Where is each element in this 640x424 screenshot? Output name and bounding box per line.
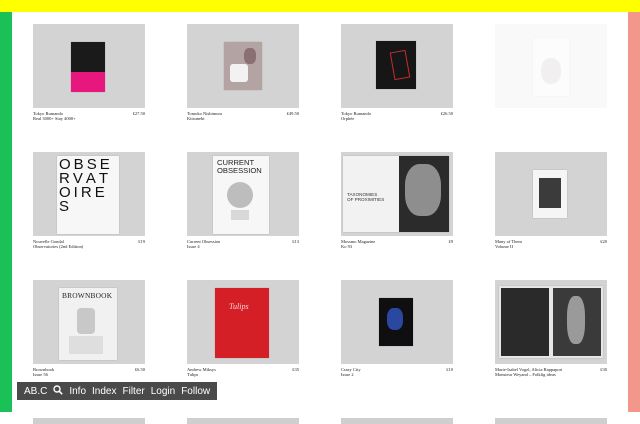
product-title: Tulips — [187, 372, 199, 377]
nav-filter-link[interactable]: Filter — [123, 386, 145, 397]
search-icon[interactable] — [53, 384, 64, 398]
product-price: £35 — [292, 367, 299, 372]
book-cover — [376, 41, 416, 89]
left-color-bar — [0, 12, 12, 412]
product-card[interactable]: CURRENT OBSESSION Current Obsession Issu… — [187, 152, 299, 255]
product-card[interactable] — [495, 24, 607, 127]
product-card[interactable]: TAXONOMIES OF PROXIMITIES Mossmo Magazin… — [341, 152, 453, 255]
magazine-spread — [499, 286, 603, 358]
product-title: Real 3000+ Stay 4000+ — [33, 116, 76, 121]
product-price: £27.50 — [132, 111, 145, 116]
product-title: Observatories (2nd Edition) — [33, 244, 84, 249]
book-cover — [71, 42, 105, 92]
product-price: £26.50 — [440, 111, 453, 116]
product-price: £49.50 — [286, 111, 299, 116]
book-cover: Tulips — [215, 288, 269, 358]
book-cover — [533, 38, 569, 96]
book-cover: BROWNBOOK — [59, 288, 117, 360]
product-title: Kitsunebi — [187, 116, 205, 121]
product-card[interactable]: Tokyo Rumando Orphée £26.50 — [341, 24, 453, 127]
product-image[interactable]: OBS ERV ATO IRE S — [33, 152, 145, 236]
product-image[interactable]: BROWNBOOK — [33, 280, 145, 364]
product-title: Issue 4 — [187, 244, 200, 249]
book-cover: OBS ERV ATO IRE S — [57, 156, 119, 234]
product-price: £6.50 — [134, 367, 145, 372]
book-cover: CURRENT OBSESSION — [213, 156, 269, 234]
product-image-peek — [495, 418, 607, 424]
product-image-peek — [33, 418, 145, 424]
product-card[interactable]: Marie-Isabel Vogel, Alicia Rappaport Mon… — [495, 280, 607, 383]
product-card[interactable]: Tulips Andrew Miksys Tulips £35 — [187, 280, 299, 383]
product-title: Issue 56 — [33, 372, 48, 377]
product-grid: Tokyo Rumando Real 3000+ Stay 4000+ £27.… — [12, 12, 628, 424]
product-price: £20 — [600, 239, 607, 244]
product-image[interactable] — [33, 24, 145, 108]
product-image[interactable] — [495, 152, 607, 236]
product-card[interactable]: Crazy City Issue 2 £10 — [341, 280, 453, 383]
product-image-peek — [187, 418, 299, 424]
nav-info-link[interactable]: Info — [69, 386, 86, 397]
product-price: £9 — [448, 239, 454, 244]
book-cover — [379, 298, 413, 346]
nav-index-link[interactable]: Index — [92, 386, 116, 397]
floating-nav-bar: AB.C Info Index Filter Login Follow — [17, 382, 218, 400]
nav-follow-link[interactable]: Follow — [181, 386, 210, 397]
magazine-spread: TAXONOMIES OF PROXIMITIES — [343, 156, 449, 232]
product-image[interactable]: TAXONOMIES OF PROXIMITIES — [341, 152, 453, 236]
product-image[interactable] — [187, 24, 299, 108]
book-cover — [224, 42, 262, 90]
product-image[interactable] — [495, 280, 607, 364]
top-color-bar — [0, 0, 640, 12]
product-price: £19 — [138, 239, 145, 244]
product-image[interactable]: CURRENT OBSESSION — [187, 152, 299, 236]
product-card[interactable]: OBS ERV ATO IRE S Nouvelle Gondal Observ… — [33, 152, 145, 255]
product-price: £30 — [600, 367, 607, 372]
product-card[interactable]: Many of Them Volume II £20 — [495, 152, 607, 255]
product-image[interactable]: Tulips — [187, 280, 299, 364]
product-price: £13 — [292, 239, 299, 244]
product-title: Issue 2 — [341, 372, 354, 377]
product-card[interactable]: Tokyo Rumando Real 3000+ Stay 4000+ £27.… — [33, 24, 145, 127]
product-card[interactable]: Tomoko Nishimura Kitsunebi £49.50 — [187, 24, 299, 127]
product-card[interactable]: BROWNBOOK Brownbook Issue 56 £6.50 — [33, 280, 145, 383]
product-title: Orphée — [341, 116, 355, 121]
product-title: Volume II — [495, 244, 514, 249]
product-title: Monsieur Weyand – Folklig ideas — [495, 372, 556, 377]
book-cover — [533, 170, 567, 218]
cover-letters: OBS ERV ATO IRE S — [59, 156, 110, 215]
product-price: £10 — [446, 367, 453, 372]
product-image[interactable] — [341, 280, 453, 364]
product-title: Ko 93 — [341, 244, 353, 249]
right-color-bar — [628, 12, 640, 412]
product-image[interactable] — [495, 24, 607, 108]
product-image-peek — [341, 418, 453, 424]
nav-login-link[interactable]: Login — [151, 386, 175, 397]
logo-link[interactable]: AB.C — [24, 386, 47, 397]
product-image[interactable] — [341, 24, 453, 108]
